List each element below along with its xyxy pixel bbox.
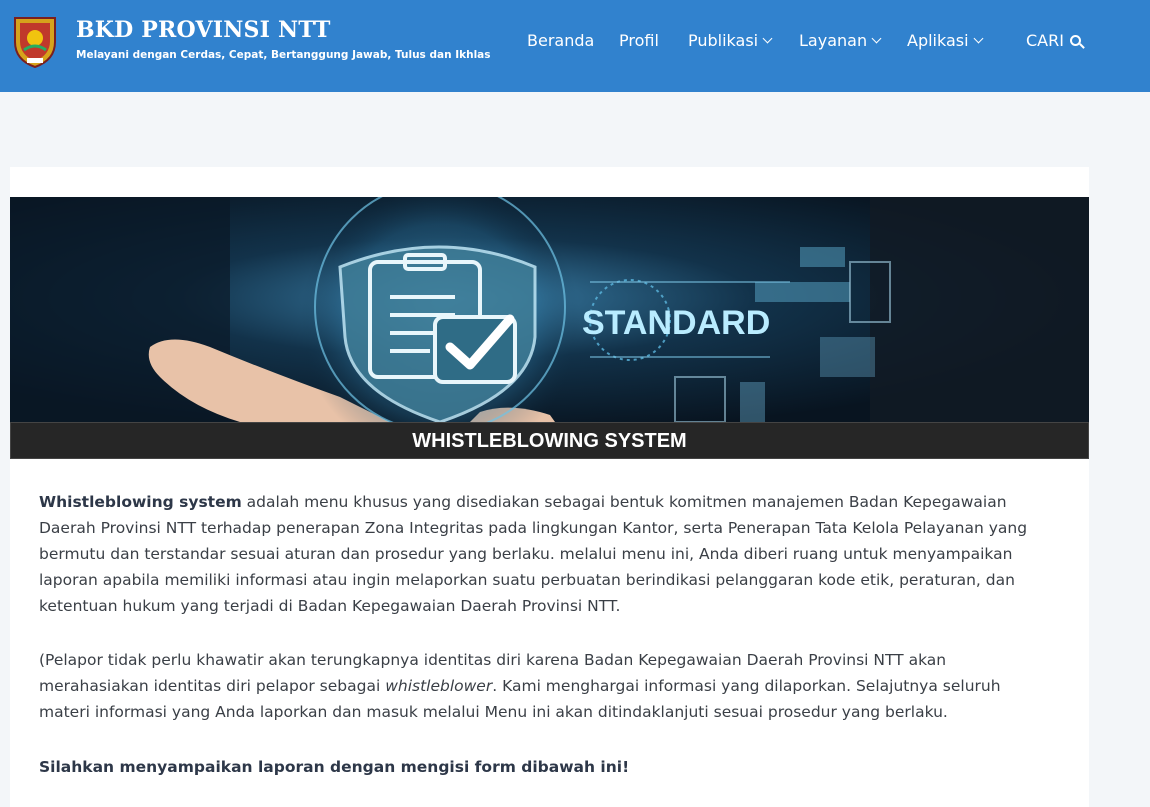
intro-paragraph: Whistleblowing system adalah menu khusus… (39, 489, 1049, 619)
site-header: BKD PROVINSI NTT Melayani dengan Cerdas,… (0, 0, 1150, 92)
search-icon (1069, 35, 1081, 46)
nav-item-profil[interactable]: Profil (619, 31, 659, 50)
nav-item-aplikasi[interactable]: Aplikasi (907, 31, 984, 50)
site-tagline: Melayani dengan Cerdas, Cepat, Bertanggu… (76, 49, 491, 61)
nav-item-label: Aplikasi (907, 31, 969, 50)
banner-illustration: STANDARD (10, 197, 1089, 422)
form-instruction: Silahkan menyampaikan laporan dengan men… (39, 758, 630, 776)
nav-item-label: Publikasi (688, 31, 759, 50)
page-title-bar: WHISTLEBLOWING SYSTEM (10, 422, 1089, 459)
search-button[interactable]: CARI (1026, 31, 1081, 50)
search-label: CARI (1026, 31, 1064, 50)
chevron-down-icon (973, 33, 984, 44)
hero-banner: STANDARD (10, 197, 1089, 422)
chevron-down-icon (871, 33, 882, 44)
nav-item-label: Profil (619, 31, 659, 50)
provincial-crest-icon[interactable] (10, 12, 60, 68)
nav-item-label: Beranda (527, 31, 595, 50)
site-brand[interactable]: BKD PROVINSI NTT (76, 17, 331, 43)
nav-item-beranda[interactable]: Beranda (527, 31, 594, 50)
intro-lead: Whistleblowing system (39, 493, 242, 511)
nav-item-layanan[interactable]: Layanan (799, 31, 882, 50)
chevron-down-icon (762, 33, 773, 44)
nav-item-label: Layanan (799, 31, 868, 50)
privacy-paragraph: (Pelapor tidak perlu khawatir akan terun… (39, 647, 1049, 725)
privacy-emphasis: whistleblower (385, 677, 493, 695)
nav-item-publikasi[interactable]: Publikasi (688, 31, 773, 50)
intro-body: adalah menu khusus yang disediakan sebag… (39, 493, 1028, 615)
page-title: WHISTLEBLOWING SYSTEM (412, 430, 687, 452)
banner-badge-text: STANDARD (582, 304, 770, 342)
